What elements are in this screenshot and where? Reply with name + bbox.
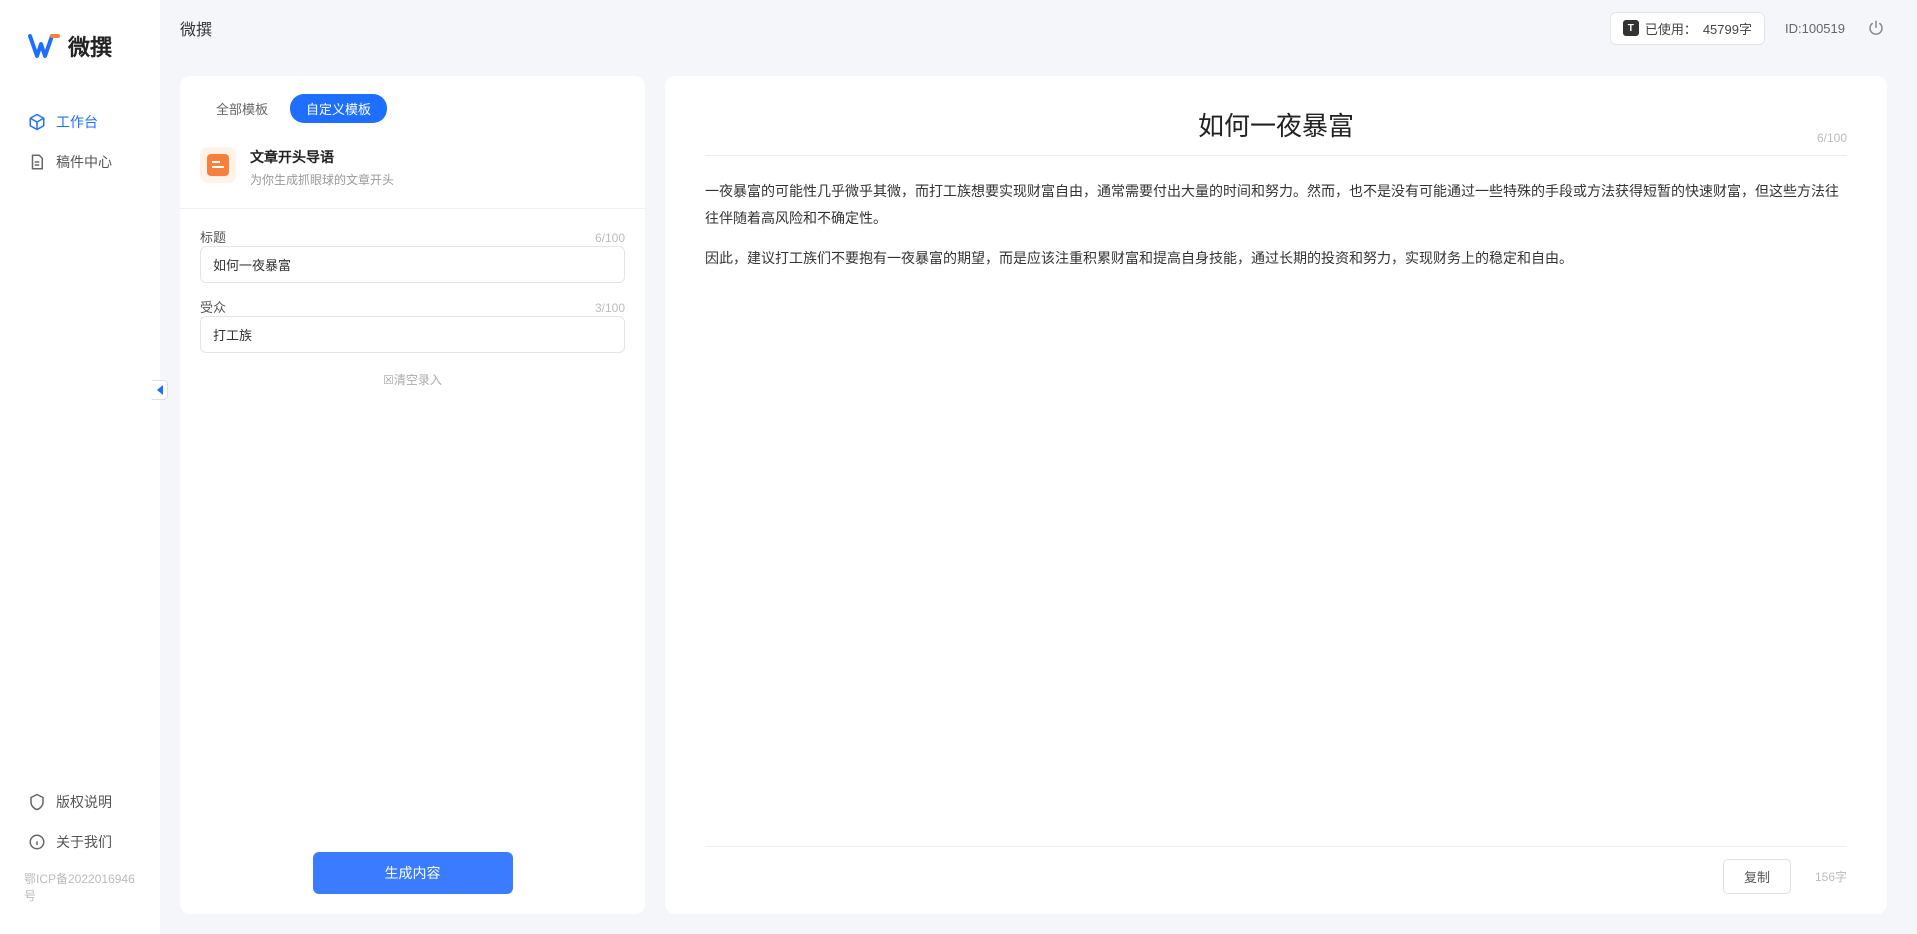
sidebar-collapse-handle[interactable]	[152, 380, 168, 400]
page-title: 微撰	[180, 16, 212, 40]
field-label: 受众	[200, 297, 226, 316]
doc-body[interactable]: 一夜暴富的可能性几乎微乎其微，而打工族想要实现财富自由，通常需要付出大量的时间和…	[705, 156, 1847, 846]
doc-title-count: 6/100	[1817, 131, 1847, 145]
main: 微撰 T 已使用： 45799字 ID:100519 全部模板	[160, 0, 1917, 934]
icp-text: 鄂ICP备2022016946号	[0, 862, 160, 904]
template-icon	[200, 147, 236, 183]
power-button[interactable]	[1865, 17, 1887, 39]
sidebar-bottom: 版权说明 关于我们 鄂ICP备2022016946号	[0, 782, 160, 914]
form: 标题 6/100 受众 3/100 ☒清空录入	[180, 209, 645, 388]
generate-button[interactable]: 生成内容	[313, 852, 513, 894]
nav-item-workspace[interactable]: 工作台	[0, 102, 160, 142]
nav-label: 关于我们	[56, 832, 112, 852]
sidebar: 微撰 工作台	[0, 0, 160, 934]
field-count: 3/100	[595, 301, 625, 315]
doc-paragraph: 一夜暴富的可能性几乎微乎其微，而打工族想要实现财富自由，通常需要付出大量的时间和…	[705, 178, 1847, 231]
doc-title[interactable]: 如何一夜暴富	[1198, 106, 1354, 143]
usage-label: 已使用：	[1645, 19, 1697, 38]
cube-icon	[28, 113, 46, 131]
usage-value: 45799字	[1703, 19, 1752, 38]
document-icon	[28, 153, 46, 171]
nav-label: 稿件中心	[56, 152, 112, 172]
template-desc: 为你生成抓眼球的文章开头	[250, 171, 394, 188]
doc-paragraph: 因此，建议打工族们不要抱有一夜暴富的期望，而是应该注重积累财富和提高自身技能，通…	[705, 245, 1847, 272]
nav-label: 版权说明	[56, 792, 112, 812]
panel-output: 如何一夜暴富 6/100 一夜暴富的可能性几乎微乎其微，而打工族想要实现财富自由…	[665, 76, 1887, 914]
logo[interactable]: 微撰	[0, 30, 160, 92]
audience-input[interactable]	[200, 316, 625, 353]
field-count: 6/100	[595, 231, 625, 245]
nav-item-about[interactable]: 关于我们	[0, 822, 160, 862]
logo-icon	[28, 30, 60, 62]
panel-form: 全部模板 自定义模板 文章开头导语 为你生成抓眼球的文章开头 标题	[180, 76, 645, 914]
tab-all-templates[interactable]: 全部模板	[200, 94, 284, 123]
logo-text: 微撰	[68, 30, 112, 62]
field-audience: 受众 3/100	[200, 297, 625, 353]
tab-custom-templates[interactable]: 自定义模板	[290, 94, 387, 123]
user-id: ID:100519	[1785, 21, 1845, 36]
field-label: 标题	[200, 227, 226, 246]
title-input[interactable]	[200, 246, 625, 283]
clear-input-link[interactable]: ☒清空录入	[200, 367, 625, 388]
nav-label: 工作台	[56, 112, 98, 132]
info-icon	[28, 833, 46, 851]
text-icon: T	[1623, 20, 1639, 36]
doc-title-row: 如何一夜暴富 6/100	[705, 106, 1847, 156]
copy-button[interactable]: 复制	[1723, 859, 1791, 894]
char-count: 156字	[1815, 868, 1847, 885]
template-tabs: 全部模板 自定义模板	[180, 94, 645, 135]
workspace: 全部模板 自定义模板 文章开头导语 为你生成抓眼球的文章开头 标题	[160, 56, 1917, 934]
nav-item-copyright[interactable]: 版权说明	[0, 782, 160, 822]
header: 微撰 T 已使用： 45799字 ID:100519	[160, 0, 1917, 56]
usage-chip[interactable]: T 已使用： 45799字	[1610, 12, 1765, 45]
field-title: 标题 6/100	[200, 227, 625, 283]
nav: 工作台 稿件中心	[0, 92, 160, 782]
template-title: 文章开头导语	[250, 147, 394, 167]
nav-item-drafts[interactable]: 稿件中心	[0, 142, 160, 182]
template-header: 文章开头导语 为你生成抓眼球的文章开头	[180, 135, 645, 209]
doc-footer: 复制 156字	[705, 846, 1847, 894]
shield-icon	[28, 793, 46, 811]
